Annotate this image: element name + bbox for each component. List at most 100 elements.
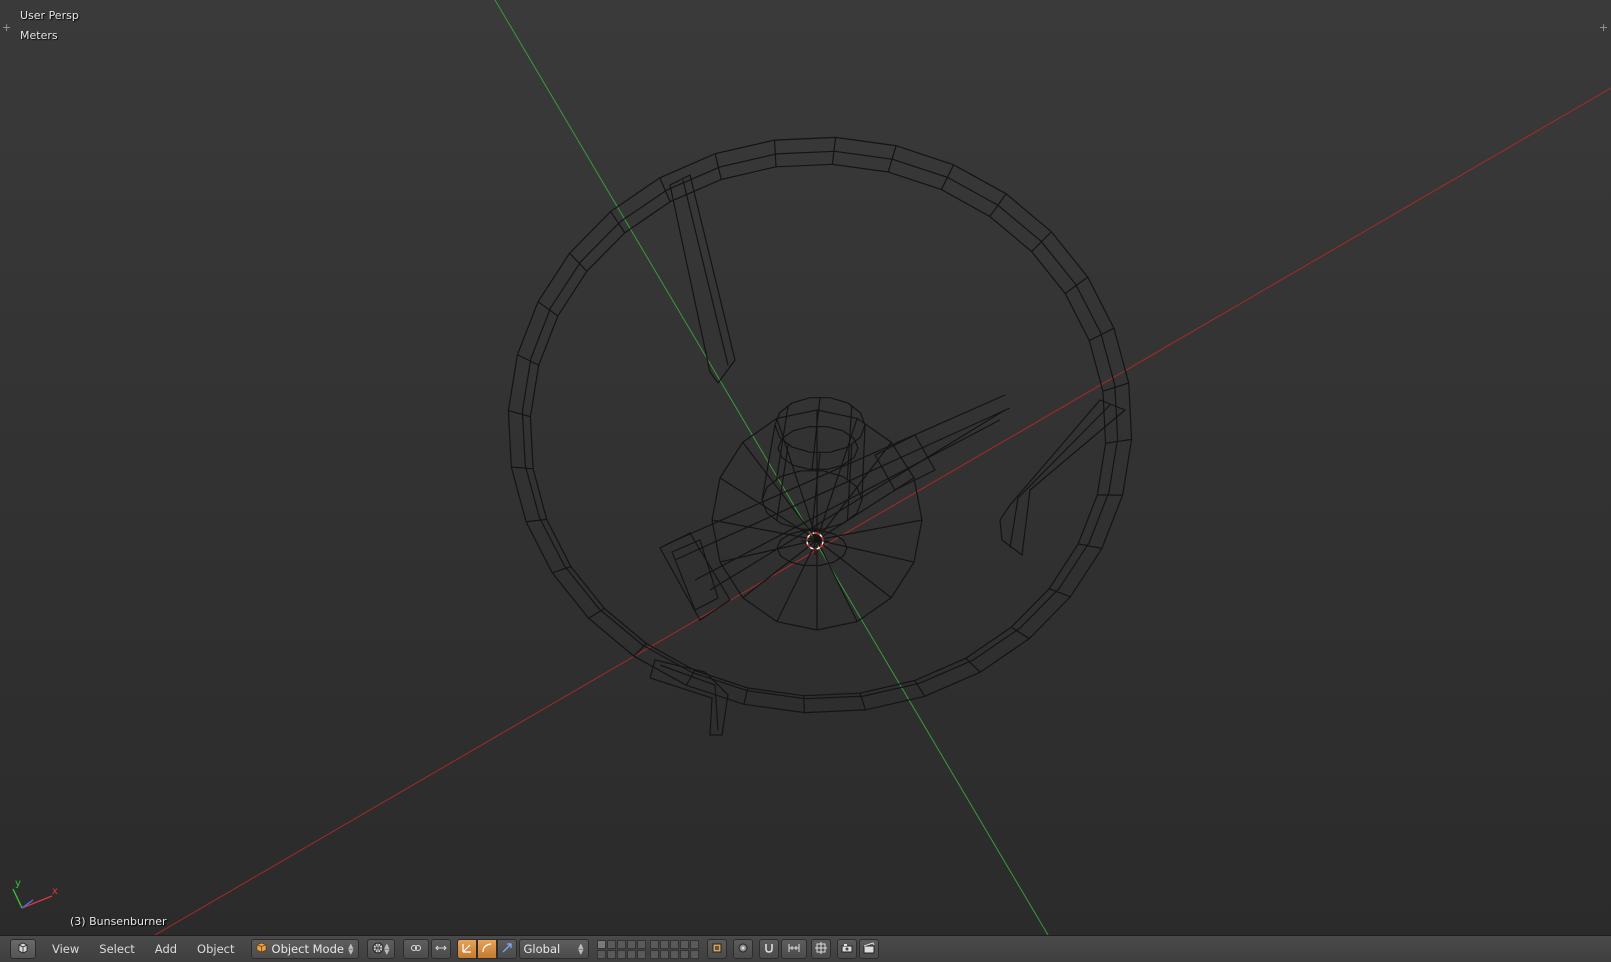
ring-edge [569, 252, 588, 272]
viewport-shading-dropdown[interactable]: ▲ ▼ [366, 939, 395, 959]
layers-lock-icon [711, 942, 723, 957]
ring-edge [1031, 231, 1052, 252]
scale-manipulator-button[interactable] [496, 939, 517, 959]
layer-18[interactable] [669, 949, 679, 959]
ring-edge [517, 354, 539, 366]
ring-inner-edge [529, 163, 1107, 697]
layer-2[interactable] [606, 939, 616, 949]
snap-element-dropdown[interactable] [780, 939, 807, 959]
menu-object[interactable]: Object [187, 939, 244, 959]
units-label: Meters [20, 29, 58, 42]
area-split-top-left[interactable]: + [2, 22, 11, 33]
snap-increment-icon [788, 942, 800, 957]
layer-16[interactable] [649, 949, 659, 959]
transform-orientation-dropdown[interactable]: Global ▲ ▼ [518, 939, 589, 959]
layer-9[interactable] [679, 939, 689, 949]
menu-view[interactable]: View [42, 939, 89, 959]
layer-1[interactable] [596, 939, 606, 949]
translate-manipulator-button[interactable] [456, 939, 477, 959]
ring-edge [685, 670, 696, 686]
mode-label: Object Mode [271, 942, 344, 956]
ring-edge [508, 410, 531, 418]
proportional-edit-button[interactable] [732, 939, 753, 959]
snap-target-button[interactable] [810, 939, 831, 959]
layer-7[interactable] [659, 939, 669, 949]
layer-grid-right [649, 939, 699, 959]
menu-select[interactable]: Select [89, 939, 144, 959]
snap-toggle-button[interactable] [758, 939, 779, 959]
opengl-render-animation-button[interactable] [858, 939, 879, 959]
gizmo-y-line [12, 888, 23, 909]
3d-view-header: View Select Add Object Object Mode ▲ ▼ ▲ ▼ [0, 935, 1611, 962]
gizmo-y-label: y [15, 878, 21, 889]
ring-mid-edge [521, 150, 1119, 700]
layer-3[interactable] [616, 939, 626, 949]
lock-layers-button[interactable] [706, 939, 727, 959]
layer-6[interactable] [649, 939, 659, 949]
snap-target-icon [814, 941, 827, 957]
pivot-point-dropdown[interactable] [402, 939, 429, 959]
ring-edge [773, 140, 777, 167]
layer-14[interactable] [626, 949, 636, 959]
chimney-edge [861, 424, 866, 501]
layer-17[interactable] [659, 949, 669, 959]
cube-icon [256, 942, 267, 956]
burner-base-edge [776, 539, 818, 622]
ring-edge [588, 607, 605, 619]
x-axis-line [154, 87, 1611, 935]
rotate-manipulator-button[interactable] [476, 939, 497, 959]
proportional-edit-icon [737, 942, 749, 957]
layer-4[interactable] [626, 939, 636, 949]
layer-19[interactable] [679, 949, 689, 959]
wireframe-scene[interactable]: xy [0, 0, 1611, 935]
ring-outer-edge [507, 136, 1133, 714]
dropdown-arrows-icon: ▲ ▼ [348, 942, 354, 956]
burner-base-edge [816, 539, 858, 622]
ring-edge [803, 695, 806, 713]
menu-add[interactable]: Add [145, 939, 187, 959]
ring-edge [1078, 543, 1103, 549]
scale-arrow-icon [501, 942, 513, 957]
active-object-label: (3) Bunsenburner [70, 915, 167, 928]
view-name-label: User Persp [20, 9, 79, 22]
globe-shading-icon [372, 942, 384, 957]
orientation-label: Global [523, 942, 561, 956]
gizmo-x-label: x [52, 886, 58, 897]
3d-viewport[interactable]: xy User Persp Meters (3) Bunsenburner + … [0, 0, 1611, 935]
clapperboard-icon [863, 941, 875, 957]
ring-edge [940, 164, 955, 190]
layer-20[interactable] [689, 949, 699, 959]
editor-type-button[interactable] [10, 939, 36, 959]
ring-edge [1102, 382, 1129, 392]
tube-collar [874, 434, 936, 491]
gas-valve-block [659, 532, 731, 621]
layer-15[interactable] [636, 949, 646, 959]
ring-edge [1088, 327, 1115, 342]
layer-12[interactable] [606, 949, 616, 959]
leg-right [999, 399, 1127, 557]
ring-edge [511, 466, 534, 470]
ring-edge [1064, 276, 1089, 294]
layer-8[interactable] [669, 939, 679, 949]
opengl-render-button[interactable] [836, 939, 857, 959]
chimney-edge [761, 424, 776, 501]
area-split-top-right[interactable]: + [1599, 22, 1608, 33]
layer-13[interactable] [616, 949, 626, 959]
leg-back-edge [682, 179, 729, 366]
ring-edge [526, 518, 547, 523]
3d-view-icon [16, 941, 30, 958]
mode-dropdown[interactable]: Object Mode ▲ ▼ [250, 939, 359, 959]
layer-grid-left [596, 939, 646, 959]
camera-icon [841, 942, 853, 957]
layer-10[interactable] [689, 939, 699, 949]
pivot-point-icon [410, 942, 422, 957]
manipulator-icon [434, 942, 447, 957]
ring-edge [989, 193, 1007, 217]
ring-edge [1105, 438, 1132, 444]
dropdown-arrows-icon: ▲ ▼ [384, 942, 390, 956]
manipulator-toggle[interactable] [430, 939, 451, 959]
translate-arrow-icon [461, 942, 473, 957]
layer-11[interactable] [596, 949, 606, 959]
gizmo-x-line [21, 895, 53, 909]
layer-5[interactable] [636, 939, 646, 949]
